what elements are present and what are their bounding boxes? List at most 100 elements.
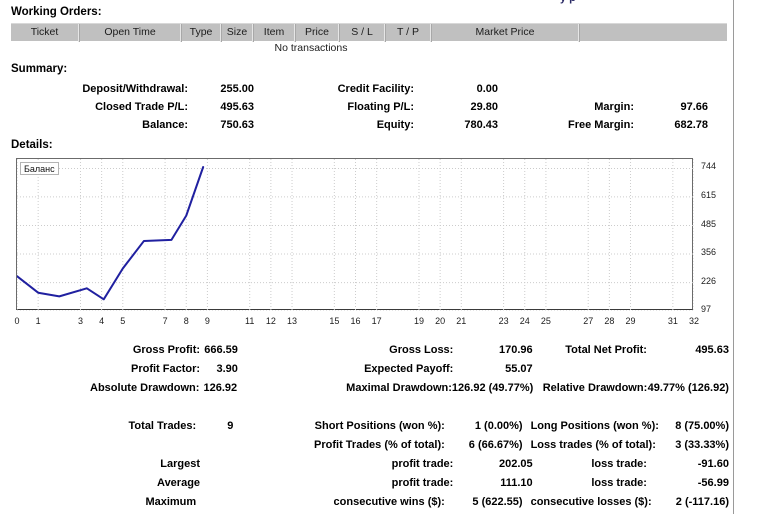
stat-value: 3 (33.33%) — [675, 438, 729, 451]
stat-label: Expected Payoff: — [364, 362, 454, 375]
chart-x-tick-label: 11 — [245, 316, 255, 326]
chart-x-tick-label: 5 — [120, 316, 126, 326]
summary-block: Deposit/Withdrawal: 255.00 Credit Facility… — [0, 80, 733, 134]
column-header-open-time[interactable]: Open Time — [79, 24, 181, 42]
summary-value: 97.66 — [680, 101, 708, 113]
stat-label: consecutive losses ($): — [530, 495, 652, 508]
stat-value: 202.05 — [498, 457, 533, 470]
column-header-type[interactable]: Type — [181, 24, 221, 42]
chart-y-tick-label: 615 — [701, 189, 717, 200]
statistics-row: Profit Factor: 3.90 Expected Payoff: 55.07 — [0, 359, 733, 378]
summary-value: 29.80 — [470, 101, 498, 113]
statistics-row: Profit Trades (% of total): 6 (66.67%) Los… — [0, 435, 733, 454]
stat-label: Loss trades (% of total): — [530, 438, 656, 451]
stat-value: 9 — [227, 419, 234, 432]
column-header-size[interactable]: Size — [221, 24, 253, 42]
clipped-top-text: y p — [0, 0, 733, 10]
chart-x-tick-label: 15 — [329, 316, 340, 326]
summary-heading: Summary: — [11, 63, 68, 75]
chart-x-tick-label: 23 — [498, 316, 509, 326]
chart-x-tick-label: 13 — [287, 316, 298, 326]
stat-label: profit trade: — [391, 457, 454, 470]
working-orders-empty-message: No transactions — [274, 42, 348, 54]
chart-x-tick-label: 0 — [14, 316, 20, 326]
stat-label: Absolute Drawdown: — [90, 381, 200, 394]
chart-x-tick-label: 24 — [519, 316, 530, 326]
column-header-item[interactable]: Item — [253, 24, 295, 42]
stat-label: profit trade: — [391, 476, 454, 489]
stat-value: 49.77% (126.92) — [647, 381, 729, 394]
stat-label: Average — [157, 476, 201, 489]
statistics-row: Average profit trade: 111.10 loss trade: -56… — [0, 473, 733, 492]
chart-plot-area: Баланс — [16, 158, 694, 311]
working-orders-heading: Working Orders: — [11, 6, 102, 18]
summary-label: Floating P/L: — [347, 101, 414, 113]
summary-label: Deposit/Withdrawal: — [82, 83, 188, 95]
balance-chart: Баланс 744 615 485 356 226 97 0 1 3 4 5 7 8 9 11 12 13 15… — [11, 156, 727, 328]
stat-value: -91.60 — [697, 457, 729, 470]
stat-value: 495.63 — [695, 343, 729, 356]
chart-x-tick-label: 19 — [413, 316, 424, 326]
stat-label: Gross Loss: — [389, 343, 454, 356]
stat-value: 126.92 (49.77%) — [451, 381, 534, 394]
account-statement-page: y p Working Orders: TicketOpen TimeTypeS… — [0, 0, 758, 514]
column-header-t-p[interactable]: T / P — [385, 24, 431, 42]
chart-x-tick-label: 31 — [667, 316, 678, 326]
chart-y-tick-label: 226 — [701, 275, 717, 286]
statistics-row: Largest profit trade: 202.05 loss trade: -91… — [0, 454, 733, 473]
summary-label: Equity: — [376, 119, 414, 131]
chart-x-tick-label: 3 — [77, 316, 83, 326]
chart-y-tick-label: 485 — [701, 218, 717, 229]
summary-label: Credit Facility: — [337, 83, 414, 95]
column-header-s-l[interactable]: S / L — [339, 24, 385, 42]
statistics-row — [0, 397, 733, 416]
chart-x-tick-label: 21 — [456, 316, 467, 326]
statistics-row: Gross Profit: 666.59 Gross Loss: 170.96 Tota… — [0, 340, 733, 359]
stat-label: Maximal Drawdown: — [346, 381, 452, 394]
summary-value: 495.63 — [220, 101, 254, 113]
summary-label: Margin: — [594, 101, 634, 113]
stat-label: Maximum — [145, 495, 197, 508]
column-header-price[interactable]: Price — [295, 24, 339, 42]
chart-svg — [17, 159, 694, 311]
chart-legend-label: Баланс — [24, 164, 55, 174]
summary-value: 0.00 — [476, 83, 498, 95]
chart-x-tick-label: 16 — [350, 316, 361, 326]
summary-row: Closed Trade P/L: 495.63 Floating P/L: 29.8… — [0, 98, 733, 116]
clipped-text-fragment: y p — [560, 0, 576, 4]
statistics-block: Gross Profit: 666.59 Gross Loss: 170.96 Tota… — [0, 340, 733, 514]
stat-value: 6 (66.67%) — [468, 438, 523, 451]
chart-legend: Баланс — [20, 162, 59, 175]
stat-value: 3.90 — [216, 362, 238, 375]
working-orders-table-header: Ticket Open Time Type Size Item Price S / LT /… — [11, 23, 727, 42]
chart-x-tick-label: 4 — [99, 316, 105, 326]
chart-x-tick-label: 28 — [604, 316, 615, 326]
statistics-row: Total Trades: 9 Short Positions (won %): 1 … — [0, 416, 733, 435]
stat-value: 111.10 — [500, 476, 533, 489]
details-heading: Details: — [11, 139, 53, 151]
stat-label: loss trade: — [591, 457, 647, 470]
chart-x-tick-label: 1 — [35, 316, 41, 326]
chart-x-tick-label: 25 — [540, 316, 551, 326]
chart-x-tick-label: 12 — [265, 316, 276, 326]
stat-value: 55.07 — [505, 362, 533, 375]
stat-value: 170.96 — [498, 343, 533, 356]
stat-value: 8 (75.00%) — [675, 419, 729, 432]
column-header-ticket[interactable]: Ticket — [11, 24, 79, 42]
summary-value: 780.43 — [464, 119, 498, 131]
statement-content-pane: y p Working Orders: TicketOpen TimeTypeS… — [0, 0, 734, 514]
summary-row: Deposit/Withdrawal: 255.00 Credit Facility… — [0, 80, 733, 98]
statistics-row: Absolute Drawdown: 126.92 Maximal Drawdown… — [0, 378, 733, 397]
summary-value: 682.78 — [674, 119, 708, 131]
summary-row: Balance: 750.63 Equity: 780.43 Free Margin: 6… — [0, 116, 733, 134]
column-header-blank-9[interactable] — [579, 24, 727, 42]
stat-label: Profit Trades (% of total): — [314, 438, 445, 451]
stat-label: Relative Drawdown: — [542, 381, 648, 394]
statistics-row: Maximum consecutive wins ($): 5 (622.55) co… — [0, 492, 733, 511]
stat-value: 5 (622.55) — [472, 495, 523, 508]
column-header-market-price[interactable]: Market Price — [431, 24, 579, 42]
chart-x-tick-label: 20 — [435, 316, 446, 326]
summary-label: Free Margin: — [567, 119, 634, 131]
chart-x-tick-label: 17 — [371, 316, 382, 326]
chart-x-tick-label: 32 — [688, 316, 700, 326]
